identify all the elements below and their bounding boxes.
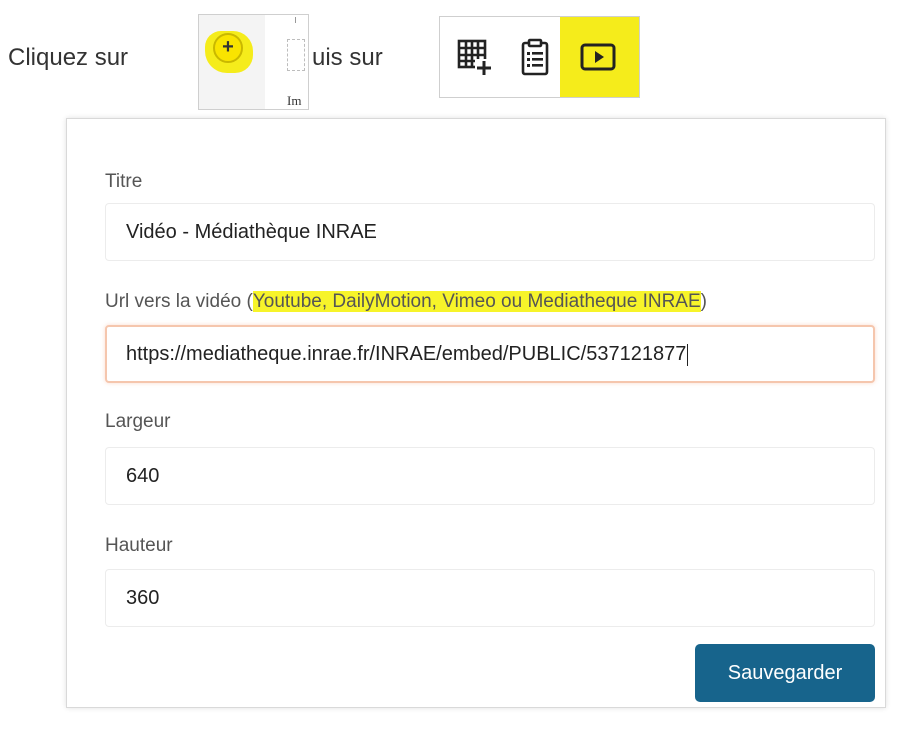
toolbar-screenshot	[439, 16, 640, 98]
divider-tick	[295, 17, 296, 23]
clipboard-list-icon[interactable]	[515, 37, 555, 77]
url-label: Url vers la vidéo (Youtube, DailyMotion,…	[105, 291, 707, 313]
title-label: Titre	[105, 171, 143, 192]
add-plus-button[interactable]: +	[213, 33, 243, 63]
instruction-text-2: uis sur	[312, 44, 383, 71]
url-label-prefix: Url vers la vidéo (	[105, 291, 253, 312]
save-button[interactable]: Sauvegarder	[695, 644, 875, 702]
placeholder-box	[287, 39, 305, 71]
partial-label: Im	[287, 93, 302, 108]
height-label: Hauteur	[105, 535, 173, 556]
text-cursor	[687, 343, 689, 366]
url-label-suffix: )	[700, 291, 707, 312]
height-input[interactable]: 360	[105, 569, 875, 627]
width-input[interactable]: 640	[105, 447, 875, 505]
width-label: Largeur	[105, 411, 171, 432]
video-play-icon[interactable]	[578, 37, 618, 77]
url-input[interactable]: https://mediatheque.inrae.fr/INRAE/embed…	[105, 325, 875, 383]
url-label-sources: Youtube, DailyMotion, Vimeo ou Mediatheq…	[252, 291, 701, 312]
table-add-icon[interactable]	[455, 37, 495, 77]
video-form-panel: Titre Vidéo - Médiathèque INRAE Url vers…	[66, 118, 886, 708]
add-block-screenshot: + Im	[198, 14, 309, 110]
title-input[interactable]: Vidéo - Médiathèque INRAE	[105, 203, 875, 261]
url-input-value: https://mediatheque.inrae.fr/INRAE/embed…	[126, 343, 687, 365]
instruction-text-1: Cliquez sur	[8, 44, 129, 71]
